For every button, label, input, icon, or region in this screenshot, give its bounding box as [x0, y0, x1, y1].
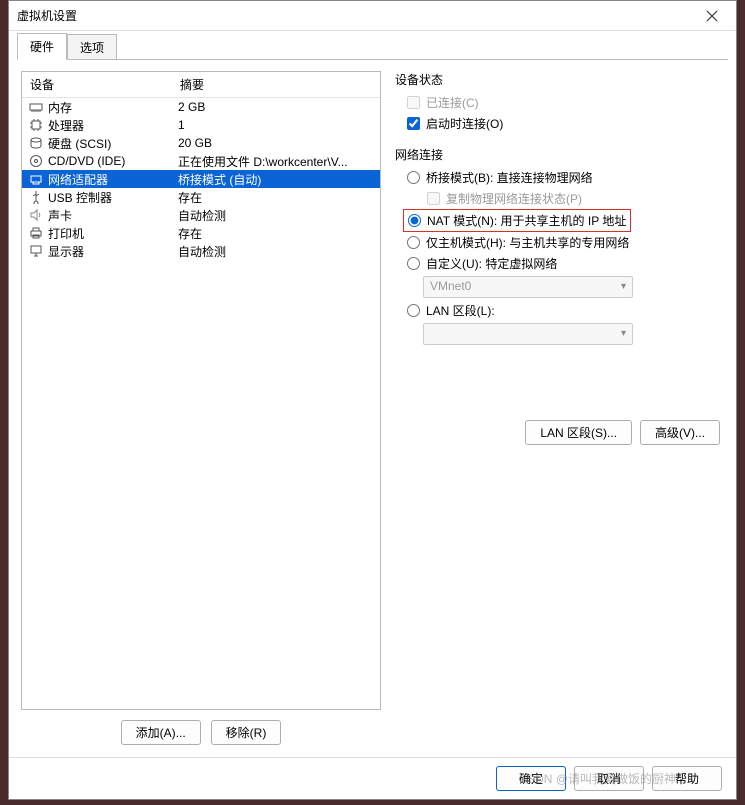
connect-on-power-label[interactable]: 启动时连接(O): [426, 115, 503, 132]
vmnet-select: VMnet0 ▾: [423, 276, 633, 298]
hostonly-radio[interactable]: [407, 236, 420, 249]
hw-label: 显示器: [48, 243, 84, 260]
tab-strip: 硬件 选项: [9, 31, 736, 59]
hw-row-cdrom[interactable]: CD/DVD (IDE) 正在使用文件 D:\workcenter\V...: [22, 152, 380, 170]
chevron-down-icon: ▾: [621, 281, 626, 292]
custom-label[interactable]: 自定义(U): 特定虚拟网络: [426, 255, 557, 272]
advanced-button[interactable]: 高级(V)...: [640, 420, 720, 445]
bridged-radio[interactable]: [407, 171, 420, 184]
hw-summary: 自动检测: [178, 243, 376, 260]
custom-radio[interactable]: [407, 257, 420, 270]
device-status-group: 设备状态 已连接(C) 启动时连接(O): [395, 71, 724, 134]
replicate-label: 复制物理网络连接状态(P): [446, 190, 582, 207]
lan-radio[interactable]: [407, 304, 420, 317]
hdd-icon: [28, 135, 44, 151]
hw-row-sound[interactable]: 声卡 自动检测: [22, 206, 380, 224]
hw-row-display[interactable]: 显示器 自动检测: [22, 242, 380, 260]
hardware-list-header: 设备 摘要: [22, 72, 380, 98]
connect-on-power-checkbox[interactable]: [407, 117, 420, 130]
content-area: 设备 摘要 内存 2 GB 处理器 1: [9, 59, 736, 757]
tab-options[interactable]: 选项: [67, 34, 117, 60]
col-summary: 摘要: [180, 76, 372, 93]
memory-icon: [28, 99, 44, 115]
lan-segments-button[interactable]: LAN 区段(S)...: [525, 420, 632, 445]
nat-label[interactable]: NAT 模式(N): 用于共享主机的 IP 地址: [427, 212, 626, 229]
hw-summary: 2 GB: [178, 100, 376, 114]
nat-highlight: NAT 模式(N): 用于共享主机的 IP 地址: [403, 209, 631, 232]
hw-label: 网络适配器: [48, 171, 108, 188]
lan-row: LAN 区段(L):: [395, 300, 724, 321]
sound-icon: [28, 207, 44, 223]
hw-label: 声卡: [48, 207, 72, 224]
close-icon: [706, 10, 718, 22]
dialog-footer: 确定 取消 帮助 CSDN @请叫我爱做饭的厨神: [9, 757, 736, 799]
network-buttons: LAN 区段(S)... 高级(V)...: [395, 420, 724, 745]
hardware-buttons: 添加(A)... 移除(R): [21, 720, 381, 745]
hardware-list: 设备 摘要 内存 2 GB 处理器 1: [21, 71, 381, 710]
hw-label: 打印机: [48, 225, 84, 242]
hardware-panel: 设备 摘要 内存 2 GB 处理器 1: [21, 71, 381, 745]
lan-select: ▾: [423, 323, 633, 345]
cpu-icon: [28, 117, 44, 133]
hw-summary: 正在使用文件 D:\workcenter\V...: [178, 153, 376, 170]
network-title: 网络连接: [395, 146, 724, 163]
hw-summary: 存在: [178, 189, 376, 206]
cdrom-icon: [28, 153, 44, 169]
ok-button[interactable]: 确定: [496, 766, 566, 791]
custom-row: 自定义(U): 特定虚拟网络: [395, 253, 724, 274]
vmnet-value: VMnet0: [430, 279, 471, 293]
bridged-row: 桥接模式(B): 直接连接物理网络: [395, 167, 724, 188]
replicate-row: 复制物理网络连接状态(P): [395, 188, 724, 209]
tab-hardware[interactable]: 硬件: [17, 33, 67, 60]
close-button[interactable]: [696, 4, 728, 28]
settings-panel: 设备状态 已连接(C) 启动时连接(O) 网络连接 桥接模式(B): 直接连接物…: [395, 71, 724, 745]
lan-label[interactable]: LAN 区段(L):: [426, 302, 495, 319]
cancel-button[interactable]: 取消: [574, 766, 644, 791]
hw-label: CD/DVD (IDE): [48, 154, 125, 168]
nat-radio[interactable]: [408, 214, 421, 227]
hw-row-memory[interactable]: 内存 2 GB: [22, 98, 380, 116]
hw-label: 硬盘 (SCSI): [48, 135, 111, 152]
hostonly-label[interactable]: 仅主机模式(H): 与主机共享的专用网络: [426, 234, 629, 251]
replicate-checkbox: [427, 192, 440, 205]
hw-row-cpu[interactable]: 处理器 1: [22, 116, 380, 134]
hw-label: 处理器: [48, 117, 84, 134]
hw-row-printer[interactable]: 打印机 存在: [22, 224, 380, 242]
titlebar: 虚拟机设置: [9, 1, 736, 31]
printer-icon: [28, 225, 44, 241]
network-group: 网络连接 桥接模式(B): 直接连接物理网络 复制物理网络连接状态(P) NAT…: [395, 146, 724, 347]
hw-summary: 20 GB: [178, 136, 376, 150]
hw-row-hdd[interactable]: 硬盘 (SCSI) 20 GB: [22, 134, 380, 152]
add-button[interactable]: 添加(A)...: [121, 720, 201, 745]
bridged-label[interactable]: 桥接模式(B): 直接连接物理网络: [426, 169, 593, 186]
chevron-down-icon: ▾: [621, 328, 626, 339]
help-button[interactable]: 帮助: [652, 766, 722, 791]
connected-label: 已连接(C): [426, 94, 479, 111]
hw-row-network[interactable]: 网络适配器 桥接模式 (自动): [22, 170, 380, 188]
connect-on-power-row: 启动时连接(O): [395, 113, 724, 134]
dialog-title: 虚拟机设置: [17, 7, 696, 24]
hw-row-usb[interactable]: USB 控制器 存在: [22, 188, 380, 206]
hw-summary: 自动检测: [178, 207, 376, 224]
connected-row: 已连接(C): [395, 92, 724, 113]
connected-checkbox: [407, 96, 420, 109]
hw-label: USB 控制器: [48, 189, 112, 206]
vm-settings-dialog: 虚拟机设置 硬件 选项 设备 摘要 内存 2 GB: [8, 0, 737, 800]
hw-summary: 存在: [178, 225, 376, 242]
hw-label: 内存: [48, 99, 72, 116]
hw-summary: 桥接模式 (自动): [178, 171, 376, 188]
network-icon: [28, 171, 44, 187]
usb-icon: [28, 189, 44, 205]
display-icon: [28, 243, 44, 259]
col-device: 设备: [30, 76, 180, 93]
status-title: 设备状态: [395, 71, 724, 88]
hostonly-row: 仅主机模式(H): 与主机共享的专用网络: [395, 232, 724, 253]
hw-summary: 1: [178, 118, 376, 132]
remove-button[interactable]: 移除(R): [211, 720, 282, 745]
